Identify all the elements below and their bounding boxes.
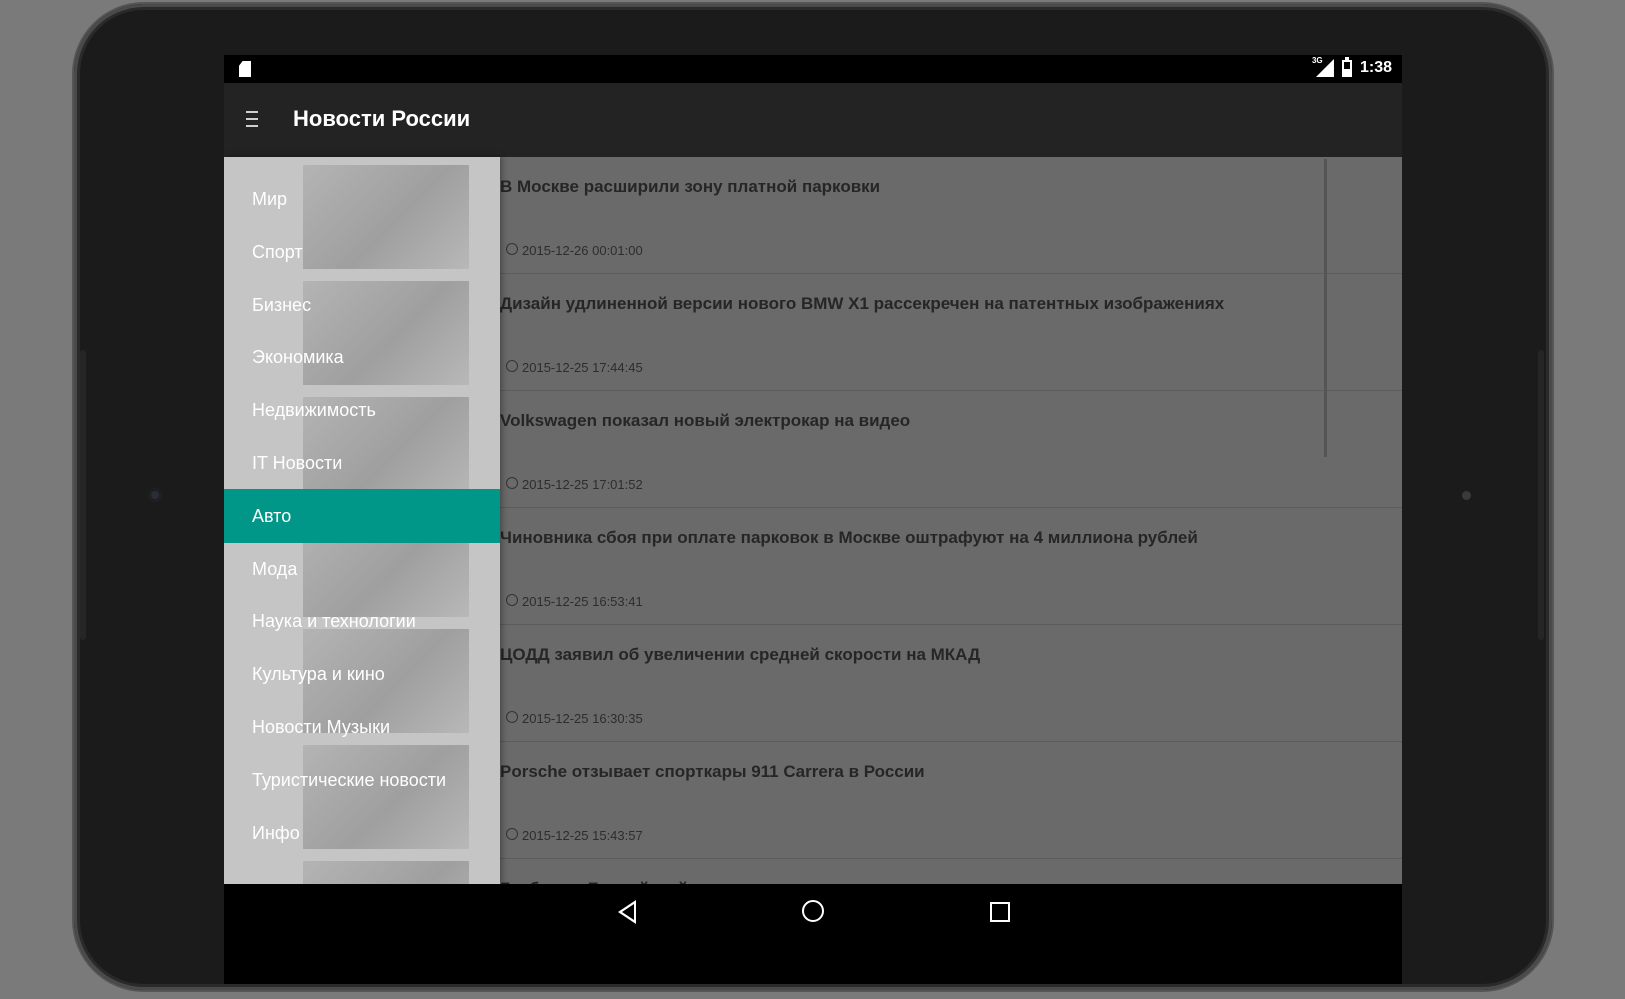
drawer-item[interactable]: Авто (224, 488, 500, 543)
news-title: ЦОДД заявил об увеличении средней скорос… (500, 645, 981, 664)
network-type: 3G (1311, 56, 1323, 65)
side-button-left (80, 350, 86, 640)
news-date: 2015-12-26 00:01:00 (522, 243, 643, 258)
status-icons: 3G 1:38 (1311, 56, 1392, 77)
news-thumbnail (303, 861, 469, 884)
recent-apps-icon[interactable] (990, 902, 1010, 922)
status-bar: 3G 1:38 (224, 55, 1402, 83)
clock-icon (506, 243, 518, 255)
system-nav-bar (224, 884, 1402, 984)
drawer-item[interactable]: Культура и кино (224, 647, 500, 701)
signal-icon: 3G (1311, 56, 1334, 77)
news-item[interactable]: Дизайн удлиненной версии нового BMW X1 р… (492, 274, 1402, 391)
scrollbar[interactable] (1324, 159, 1327, 457)
news-title: Чиновника сбоя при оплате парковок в Мос… (500, 528, 1198, 547)
drawer-item[interactable]: Новости Музыки (224, 700, 500, 754)
home-icon[interactable] (802, 900, 824, 922)
news-item[interactable]: Глубокие. Балтийский тоннель сдали в экс… (492, 859, 1402, 884)
news-title: Volkswagen показал новый электрокар на в… (500, 411, 911, 430)
news-item[interactable]: Porsche отзывает спорткары 911 Carrera в… (492, 742, 1402, 859)
news-date: 2015-12-25 16:30:35 (522, 711, 643, 726)
drawer-item[interactable]: Мода (224, 542, 500, 596)
drawer-item[interactable]: Туристические новости (224, 753, 500, 807)
news-title: Porsche отзывает спорткары 911 Carrera в… (500, 762, 925, 781)
news-item[interactable]: Чиновника сбоя при оплате парковок в Мос… (492, 508, 1402, 625)
status-clock: 1:38 (1359, 59, 1392, 76)
drawer-item[interactable]: Спорт (224, 225, 500, 279)
clock-icon (506, 711, 518, 723)
battery-icon (1341, 56, 1352, 77)
clock-icon (506, 828, 518, 840)
drawer-item[interactable]: Недвижимость (224, 383, 500, 437)
drawer-item[interactable]: Экономика (224, 330, 500, 384)
hamburger-icon[interactable] (246, 111, 258, 129)
sensor-icon (1462, 491, 1471, 500)
clock-icon (506, 594, 518, 606)
screen: 3G 1:38 Новости России В Москве расширил… (224, 55, 1402, 984)
news-item[interactable]: ЦОДД заявил об увеличении средней скорос… (492, 625, 1402, 742)
news-item[interactable]: Volkswagen показал новый электрокар на в… (492, 391, 1402, 508)
news-title: Дизайн удлиненной версии нового BMW X1 р… (500, 294, 1225, 313)
news-title: В Москве расширили зону платной парковки (500, 177, 881, 196)
news-date: 2015-12-25 17:01:52 (522, 477, 643, 492)
news-item[interactable]: В Москве расширили зону платной парковки… (492, 157, 1402, 274)
navigation-drawer: Мир Спорт Бизнес Экономика Недвижимость IT Но… (224, 157, 500, 884)
side-button-right (1538, 350, 1544, 640)
news-date: 2015-12-25 17:44:45 (522, 360, 643, 375)
news-date: 2015-12-25 15:43:57 (522, 828, 643, 843)
sd-card-icon (239, 61, 251, 77)
drawer-item[interactable]: Мир (224, 172, 500, 226)
clock-icon (506, 360, 518, 372)
back-icon[interactable] (618, 900, 636, 924)
app-bar: Новости России (224, 83, 1402, 157)
news-list: В Москве расширили зону платной парковки… (492, 157, 1402, 884)
camera-icon (148, 488, 162, 502)
drawer-item[interactable]: Бизнес (224, 278, 500, 332)
page-title: Новости России (293, 106, 471, 131)
drawer-item[interactable]: Инфо (224, 806, 500, 860)
clock-icon (506, 477, 518, 489)
news-date: 2015-12-25 16:53:41 (522, 594, 643, 609)
drawer-item[interactable]: IT Новости (224, 436, 500, 490)
drawer-item[interactable]: Наука и технологии (224, 594, 500, 648)
